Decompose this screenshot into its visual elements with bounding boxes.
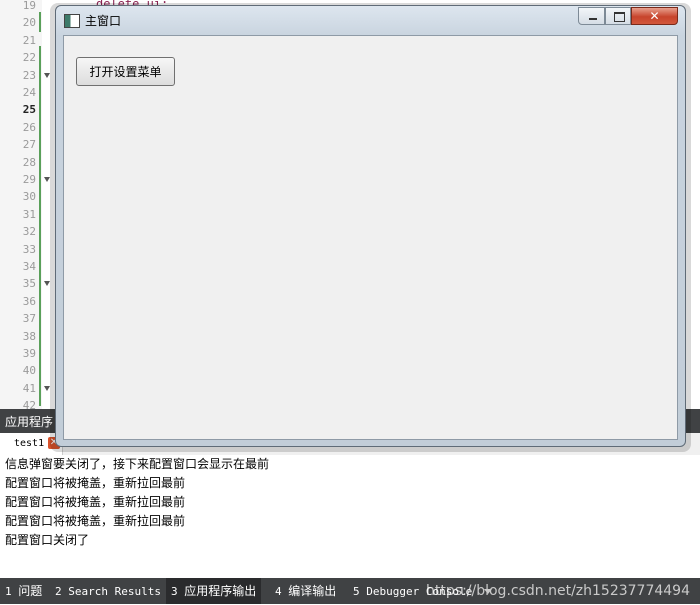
statusbar-tab-label: 编译输出 bbox=[288, 584, 337, 598]
minimize-icon bbox=[589, 18, 597, 20]
statusbar-tab[interactable]: 4 编译输出 bbox=[270, 578, 341, 604]
statusbar-tab[interactable]: 3 应用程序输出 bbox=[166, 578, 262, 604]
statusbar-tab-label: 问题 bbox=[18, 584, 43, 598]
line-number-row: 35 bbox=[0, 275, 50, 292]
line-number-row: 31 bbox=[0, 206, 42, 223]
line-number: 28 bbox=[22, 155, 36, 169]
line-number: 30 bbox=[22, 190, 36, 204]
line-number: 37 bbox=[22, 312, 36, 326]
statusbar-tab[interactable]: 2 Search Results bbox=[50, 578, 166, 604]
close-icon: ✕ bbox=[649, 9, 660, 23]
output-line: 配置窗口关闭了 bbox=[5, 533, 90, 547]
line-number: 40 bbox=[22, 364, 36, 378]
line-number: 36 bbox=[22, 294, 36, 308]
statusbar-tab[interactable]: 5 Debugger Console bbox=[348, 578, 477, 604]
statusbar-tab-label: 应用程序输出 bbox=[184, 584, 257, 598]
line-number: 33 bbox=[22, 242, 36, 256]
statusbar-tab[interactable]: 1 问题 bbox=[0, 578, 47, 604]
line-number: 32 bbox=[22, 225, 36, 239]
main-window[interactable]: 主窗口 ✕ 打开设置菜单 bbox=[55, 5, 686, 447]
application-output[interactable]: 信息弹窗要关闭了，接下来配置窗口会显示在最前 配置窗口将被掩盖，重新拉回最前 配置窗… bbox=[0, 455, 700, 578]
line-number: 23 bbox=[22, 68, 36, 82]
minimize-button[interactable] bbox=[578, 7, 605, 25]
window-app-icon bbox=[64, 14, 80, 28]
line-number: 29 bbox=[22, 173, 36, 186]
line-number-row: 33 bbox=[0, 241, 42, 258]
line-number-row: 27 bbox=[0, 136, 42, 153]
statusbar-tab-number: 2 bbox=[55, 585, 69, 598]
line-number-row: 29 bbox=[0, 171, 50, 188]
bottom-statusbar: https://blog.csdn.net/zh15237774494 1 问题… bbox=[0, 578, 700, 604]
line-number: 41 bbox=[22, 381, 36, 395]
line-number: 31 bbox=[22, 207, 36, 221]
window-client-area: 打开设置菜单 bbox=[63, 35, 678, 440]
line-number-row: 39 bbox=[0, 345, 42, 362]
line-number: 19 bbox=[22, 0, 36, 12]
line-number-gutter: 19 20 21 22 23 24 25 26 27 28 29 30 31 32 33 34 35 36 37 38… bbox=[0, 0, 50, 412]
line-number: 38 bbox=[22, 329, 36, 343]
line-number-row: 41 bbox=[0, 380, 50, 397]
line-number-row: 26 bbox=[0, 119, 42, 136]
line-number-row: 21 bbox=[0, 32, 42, 49]
line-number-row: 36 bbox=[0, 293, 42, 310]
output-line: 配置窗口将被掩盖，重新拉回最前 bbox=[5, 476, 186, 490]
line-number-row: 23 bbox=[0, 67, 50, 84]
line-number: 22 bbox=[22, 51, 36, 65]
statusbar-tab-number: 3 bbox=[171, 585, 185, 598]
line-number-row: 40 bbox=[0, 362, 42, 379]
line-number-row: 32 bbox=[0, 223, 42, 240]
maximize-icon bbox=[614, 12, 625, 22]
statusbar-tab-number: 4 bbox=[275, 585, 289, 598]
close-button[interactable]: ✕ bbox=[631, 7, 678, 25]
output-line: 配置窗口将被掩盖，重新拉回最前 bbox=[5, 495, 186, 509]
line-number: 34 bbox=[22, 260, 36, 273]
line-number-row: 34 bbox=[0, 258, 42, 275]
window-title: 主窗口 bbox=[85, 14, 122, 28]
line-number-row: 24 bbox=[0, 84, 42, 101]
line-number-row: 38 bbox=[0, 328, 42, 345]
line-number: 26 bbox=[22, 120, 36, 134]
line-number-row: 28 bbox=[0, 154, 42, 171]
output-tab-label: test1 bbox=[14, 438, 45, 449]
open-settings-button[interactable]: 打开设置菜单 bbox=[76, 57, 175, 86]
output-panel-title: 应用程序 bbox=[5, 415, 54, 429]
statusbar-tab-number: 5 bbox=[353, 585, 367, 598]
output-line: 信息弹窗要关闭了，接下来配置窗口会显示在最前 bbox=[5, 457, 270, 471]
line-number-row: 20 bbox=[0, 14, 42, 31]
line-number: 20 bbox=[22, 16, 36, 30]
line-number: 25 bbox=[22, 103, 36, 117]
maximize-button[interactable] bbox=[605, 7, 631, 25]
line-number-row: 25 bbox=[0, 101, 42, 118]
line-number: 35 bbox=[22, 277, 36, 291]
line-number-row: 22 bbox=[0, 49, 42, 66]
output-line: 配置窗口将被掩盖，重新拉回最前 bbox=[5, 514, 186, 528]
line-number-row: 30 bbox=[0, 188, 42, 205]
statusbar-tab-number: 1 bbox=[5, 585, 19, 598]
line-number-row: 37 bbox=[0, 310, 42, 327]
line-number: 39 bbox=[22, 347, 36, 360]
statusbar-tab-label: Debugger Console bbox=[366, 585, 473, 598]
statusbar-tab-label: Search Results bbox=[68, 585, 161, 598]
line-number: 21 bbox=[22, 33, 36, 47]
line-number: 24 bbox=[22, 86, 36, 99]
line-number: 27 bbox=[22, 138, 36, 152]
line-number-row: 19 bbox=[0, 0, 42, 14]
